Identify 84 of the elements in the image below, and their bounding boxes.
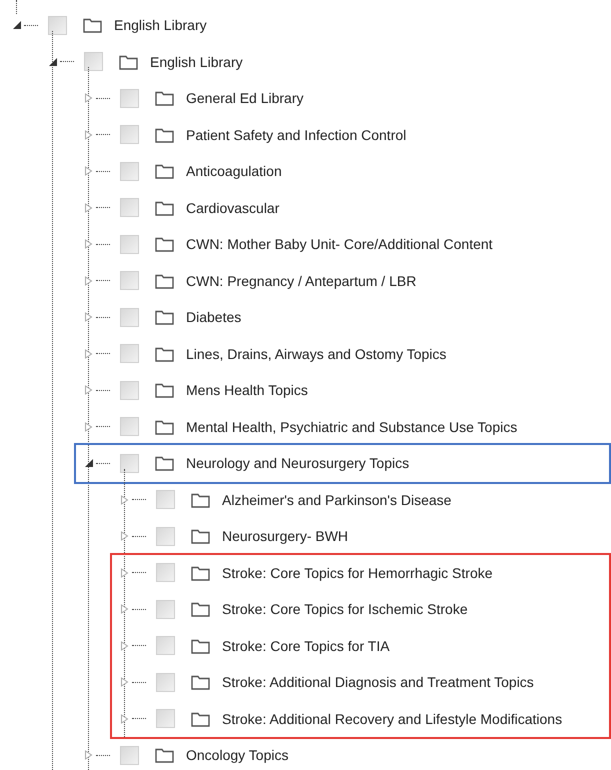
checkbox[interactable] (156, 636, 175, 656)
folder-icon (191, 601, 210, 618)
tree-item-label[interactable]: Neurosurgery- BWH (222, 528, 348, 544)
folder-icon (191, 638, 210, 654)
collapsed-triangle-icon[interactable] (84, 239, 94, 250)
checkbox[interactable] (48, 16, 67, 35)
checkbox[interactable] (156, 526, 175, 546)
tree-item-label[interactable]: Stroke: Core Topics for Ischemic Stroke (222, 601, 468, 618)
collapsed-triangle-icon[interactable] (84, 93, 94, 104)
collapsed-triangle-icon[interactable] (120, 714, 130, 724)
folder-icon (155, 455, 174, 472)
collapsed-triangle-icon[interactable] (84, 422, 94, 432)
folder-icon (83, 17, 102, 34)
tree-item-label[interactable]: Mens Health Topics (186, 382, 308, 398)
checkbox[interactable] (120, 380, 139, 400)
tree-item-label[interactable]: Stroke: Core Topics for Hemorrhagic Stroke (222, 564, 493, 581)
tree-item-label[interactable]: CWN: Mother Baby Unit- Core/Additional Content (186, 236, 493, 252)
tree-item-label[interactable]: English Library (150, 54, 243, 70)
checkbox[interactable] (120, 125, 139, 144)
checkbox[interactable] (120, 234, 139, 254)
tree-item-label[interactable]: English Library (114, 17, 207, 34)
tree-item-label[interactable]: Stroke: Additional Recovery and Lifestyle Modifications (222, 710, 562, 727)
checkbox[interactable] (156, 563, 175, 582)
folder-icon (191, 528, 210, 544)
collapsed-triangle-icon[interactable] (120, 640, 130, 651)
collapsed-triangle-icon[interactable] (84, 750, 94, 760)
folder-icon (155, 382, 174, 398)
tree-item-label[interactable]: Neurology and Neurosurgery Topics (186, 455, 410, 472)
checkbox[interactable] (156, 672, 175, 692)
checkbox[interactable] (156, 490, 175, 510)
collapsed-triangle-icon[interactable] (84, 385, 94, 396)
checkbox[interactable] (84, 52, 103, 72)
tree-item-label[interactable]: Stroke: Additional Diagnosis and Treatment Topics (222, 674, 534, 690)
collapsed-triangle-icon[interactable] (84, 166, 94, 176)
folder-icon (155, 272, 174, 289)
checkbox[interactable] (120, 344, 139, 364)
checkbox[interactable] (156, 600, 175, 619)
tree-item-label[interactable]: Alzheimer's and Parkinson's Disease (222, 492, 452, 508)
checkbox[interactable] (120, 271, 139, 290)
tree-item-label[interactable]: Oncology Topics (186, 747, 288, 764)
checkbox[interactable] (120, 454, 139, 473)
tree-item-label[interactable]: Lines, Drains, Airways and Ostomy Topics (186, 346, 446, 362)
expanded-triangle-icon[interactable] (84, 458, 94, 468)
folder-icon (155, 309, 174, 326)
tree-item-label[interactable]: Cardiovascular (186, 200, 280, 216)
tree-item-label[interactable]: Stroke: Core Topics for TIA (222, 638, 390, 654)
collapsed-triangle-icon[interactable] (120, 604, 130, 614)
folder-icon (191, 674, 210, 690)
folder-icon (155, 90, 174, 106)
tree-item-label[interactable]: Patient Safety and Infection Control (186, 126, 406, 143)
collapsed-triangle-icon[interactable] (84, 348, 94, 359)
expanded-triangle-icon[interactable] (12, 20, 22, 30)
checkbox[interactable] (156, 709, 175, 728)
folder-icon (155, 200, 174, 216)
folder-icon (155, 236, 174, 252)
checkbox[interactable] (120, 746, 139, 765)
checkbox[interactable] (120, 417, 139, 436)
collapsed-triangle-icon[interactable] (84, 312, 94, 322)
folder-icon (155, 163, 174, 180)
checkbox[interactable] (120, 198, 139, 218)
folder-icon (191, 564, 210, 581)
folder-icon (155, 747, 174, 764)
folder-icon (155, 126, 174, 143)
checkbox[interactable] (120, 162, 139, 181)
collapsed-triangle-icon[interactable] (84, 130, 94, 140)
tree-item-label[interactable]: Mental Health, Psychiatric and Substance Use Topics (186, 418, 518, 435)
tree-item-label[interactable]: Anticoagulation (186, 163, 282, 180)
collapsed-triangle-icon[interactable] (120, 531, 130, 542)
expanded-triangle-icon[interactable] (48, 56, 58, 67)
tree-item-label[interactable]: General Ed Library (186, 90, 304, 106)
collapsed-triangle-icon[interactable] (84, 276, 94, 286)
tree-item-label[interactable]: CWN: Pregnancy / Antepartum / LBR (186, 272, 416, 289)
folder-icon (191, 710, 210, 727)
checkbox[interactable] (120, 308, 139, 327)
tree-item-label[interactable]: Diabetes (186, 309, 242, 326)
collapsed-triangle-icon[interactable] (120, 677, 130, 688)
collapsed-triangle-icon[interactable] (120, 568, 130, 578)
checkbox[interactable] (120, 88, 139, 108)
folder-icon (191, 492, 210, 508)
collapsed-triangle-icon[interactable] (120, 494, 130, 505)
folder-icon (155, 418, 174, 435)
folder-icon (119, 54, 138, 70)
collapsed-triangle-icon[interactable] (84, 202, 94, 213)
folder-icon (155, 346, 174, 362)
